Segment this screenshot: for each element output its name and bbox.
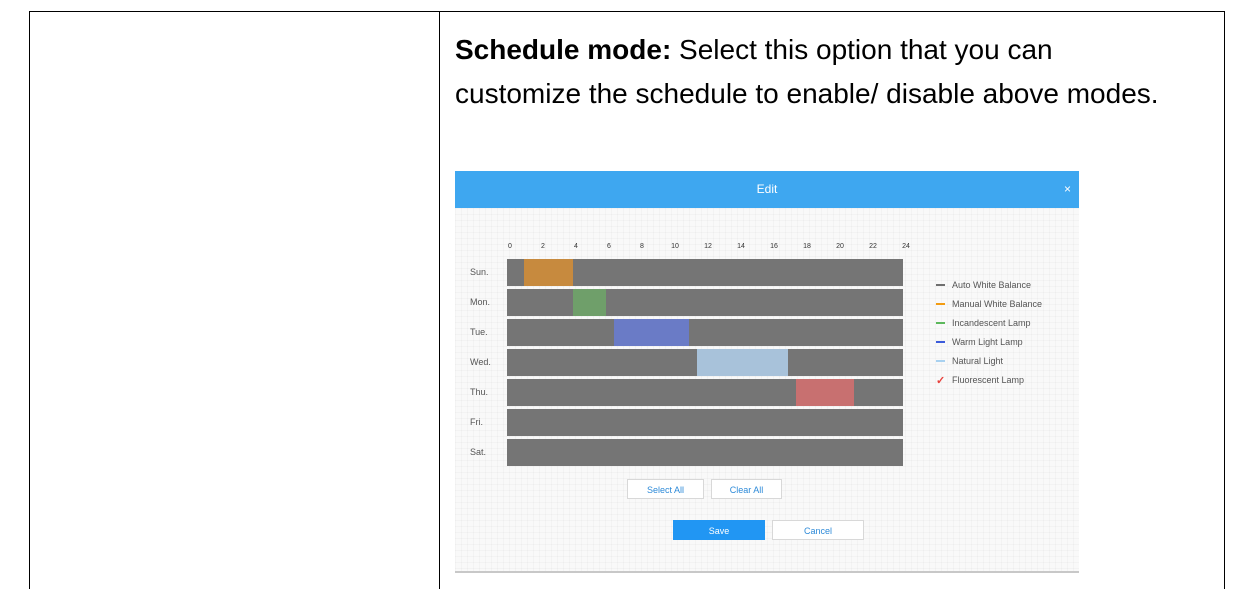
schedule-row[interactable] xyxy=(507,349,903,376)
day-label: Fri. xyxy=(470,417,483,427)
day-label: Sun. xyxy=(470,267,489,277)
hour-tick-label: 24 xyxy=(902,243,910,250)
schedule-mode-term: Schedule mode: xyxy=(455,34,672,65)
hour-tick-label: 14 xyxy=(737,243,745,250)
schedule-block[interactable] xyxy=(696,349,788,376)
hour-tick-label: 8 xyxy=(640,243,644,250)
close-icon[interactable]: × xyxy=(1064,171,1071,208)
cancel-button[interactable]: Cancel xyxy=(772,520,864,540)
hour-tick-label: 2 xyxy=(541,243,545,250)
legend-swatch xyxy=(936,302,945,305)
schedule-row[interactable] xyxy=(507,259,903,286)
legend-swatch xyxy=(936,283,945,286)
hour-tick-label: 6 xyxy=(607,243,611,250)
legend-label: Incandescent Lamp xyxy=(952,318,1031,328)
hour-tick-label: 12 xyxy=(704,243,712,250)
schedule-row[interactable] xyxy=(507,319,903,346)
table-column-divider xyxy=(439,11,440,589)
legend-label: Auto White Balance xyxy=(952,280,1032,290)
table-border-left xyxy=(29,11,30,589)
hour-tick-label: 22 xyxy=(869,243,877,250)
clear-all-button[interactable]: Clear All xyxy=(711,479,782,499)
day-label: Wed. xyxy=(470,357,491,367)
legend-item: Auto White Balance xyxy=(936,279,1031,291)
day-label: Sat. xyxy=(470,447,487,457)
day-label: Mon. xyxy=(470,297,491,307)
legend-item: Warm Light Lamp xyxy=(936,336,1023,348)
schedule-block[interactable] xyxy=(573,289,606,316)
day-label: Tue. xyxy=(470,327,488,337)
dialog-header: Edit × xyxy=(455,171,1079,208)
schedule-row[interactable] xyxy=(507,289,903,316)
legend-item: Natural Light xyxy=(936,355,1003,367)
legend-label: Natural Light xyxy=(952,356,1004,366)
legend-swatch xyxy=(936,340,945,343)
legend-item: Manual White Balance xyxy=(936,298,1042,310)
schedule-block[interactable] xyxy=(523,259,573,286)
schedule-row[interactable] xyxy=(507,379,903,406)
legend-label: Manual White Balance xyxy=(952,299,1043,309)
hour-tick-label: 0 xyxy=(508,243,512,250)
save-button[interactable]: Save xyxy=(673,520,765,540)
schedule-row[interactable] xyxy=(507,409,903,436)
schedule-mode-description: Schedule mode: Select this option that y… xyxy=(455,28,1175,116)
dialog-title: Edit xyxy=(756,182,778,196)
hour-tick-label: 10 xyxy=(671,243,679,250)
select-all-button[interactable]: Select All xyxy=(627,479,704,499)
table-border-right xyxy=(1224,11,1225,589)
hour-tick-label: 20 xyxy=(836,243,844,250)
legend-item: ✓ Fluorescent Lamp xyxy=(936,374,1024,387)
legend-item: Incandescent Lamp xyxy=(936,317,1031,329)
legend-label: Warm Light Lamp xyxy=(952,337,1023,347)
hour-tick-label: 4 xyxy=(574,243,578,250)
schedule-row[interactable] xyxy=(507,439,903,466)
legend-label: Fluorescent Lamp xyxy=(952,375,1025,385)
legend-swatch xyxy=(936,359,945,362)
day-label: Thu. xyxy=(470,387,489,397)
checkmark-icon: ✓ xyxy=(936,374,946,387)
table-border-top xyxy=(29,11,1225,12)
schedule-block[interactable] xyxy=(795,379,854,406)
hour-tick-label: 16 xyxy=(770,243,778,250)
hour-tick-label: 18 xyxy=(803,243,811,250)
legend-swatch xyxy=(936,321,945,324)
schedule-block[interactable] xyxy=(614,319,689,346)
